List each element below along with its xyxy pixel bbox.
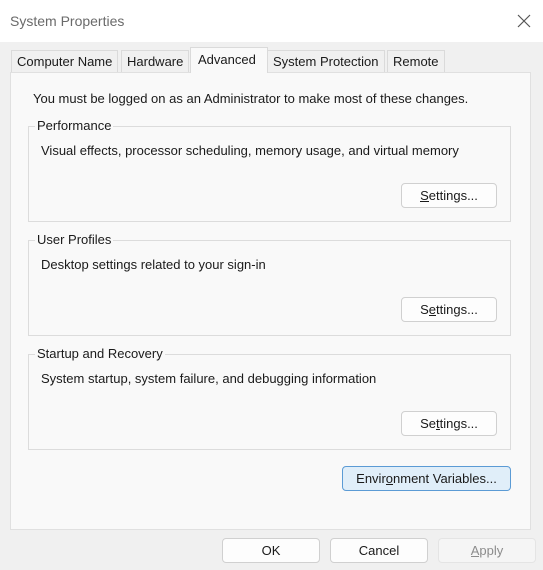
environment-variables-button[interactable]: Environment Variables... <box>342 466 511 491</box>
group-description: Visual effects, processor scheduling, me… <box>41 143 459 158</box>
ok-button[interactable]: OK <box>222 538 320 563</box>
button-label: OK <box>261 543 281 558</box>
window-title: System Properties <box>10 13 125 29</box>
admin-notice: You must be logged on as an Administrato… <box>33 91 469 106</box>
user-profiles-settings-button[interactable]: Settings... <box>401 297 497 322</box>
tab-computer-name[interactable]: Computer Name <box>11 50 119 72</box>
startup-recovery-group: Startup and Recovery System startup, sys… <box>28 346 511 450</box>
tab-advanced[interactable]: Advanced <box>190 47 268 73</box>
group-description: Desktop settings related to your sign-in <box>41 257 266 272</box>
group-description: System startup, system failure, and debu… <box>41 371 377 386</box>
tab-hardware[interactable]: Hardware <box>121 50 190 72</box>
access-key-underline <box>470 556 480 557</box>
performance-group: Performance Visual effects, processor sc… <box>28 118 511 222</box>
apply-button[interactable]: Apply <box>438 538 536 563</box>
close-button[interactable] <box>512 9 536 33</box>
user-profiles-group: User Profiles Desktop settings related t… <box>28 232 511 336</box>
button-label: Settings... <box>420 416 478 431</box>
button-label: Cancel <box>358 543 400 558</box>
access-key-underline <box>385 484 394 485</box>
cancel-button[interactable]: Cancel <box>330 538 428 563</box>
close-icon <box>517 14 531 28</box>
group-title: User Profiles <box>35 232 114 247</box>
performance-settings-button[interactable]: Settings... <box>401 183 497 208</box>
access-key-underline <box>435 429 440 430</box>
group-title: Performance <box>35 118 114 133</box>
access-key-underline <box>420 201 429 202</box>
button-label: Settings... <box>420 188 478 203</box>
tab-system-protection[interactable]: System Protection <box>267 50 385 72</box>
button-label: Environment Variables... <box>356 471 497 486</box>
button-label: Apply <box>470 543 504 558</box>
group-title: Startup and Recovery <box>35 346 165 361</box>
access-key-underline <box>428 315 436 316</box>
tab-remote[interactable]: Remote <box>387 50 445 72</box>
startup-recovery-settings-button[interactable]: Settings... <box>401 411 497 436</box>
button-label: Settings... <box>420 302 478 317</box>
